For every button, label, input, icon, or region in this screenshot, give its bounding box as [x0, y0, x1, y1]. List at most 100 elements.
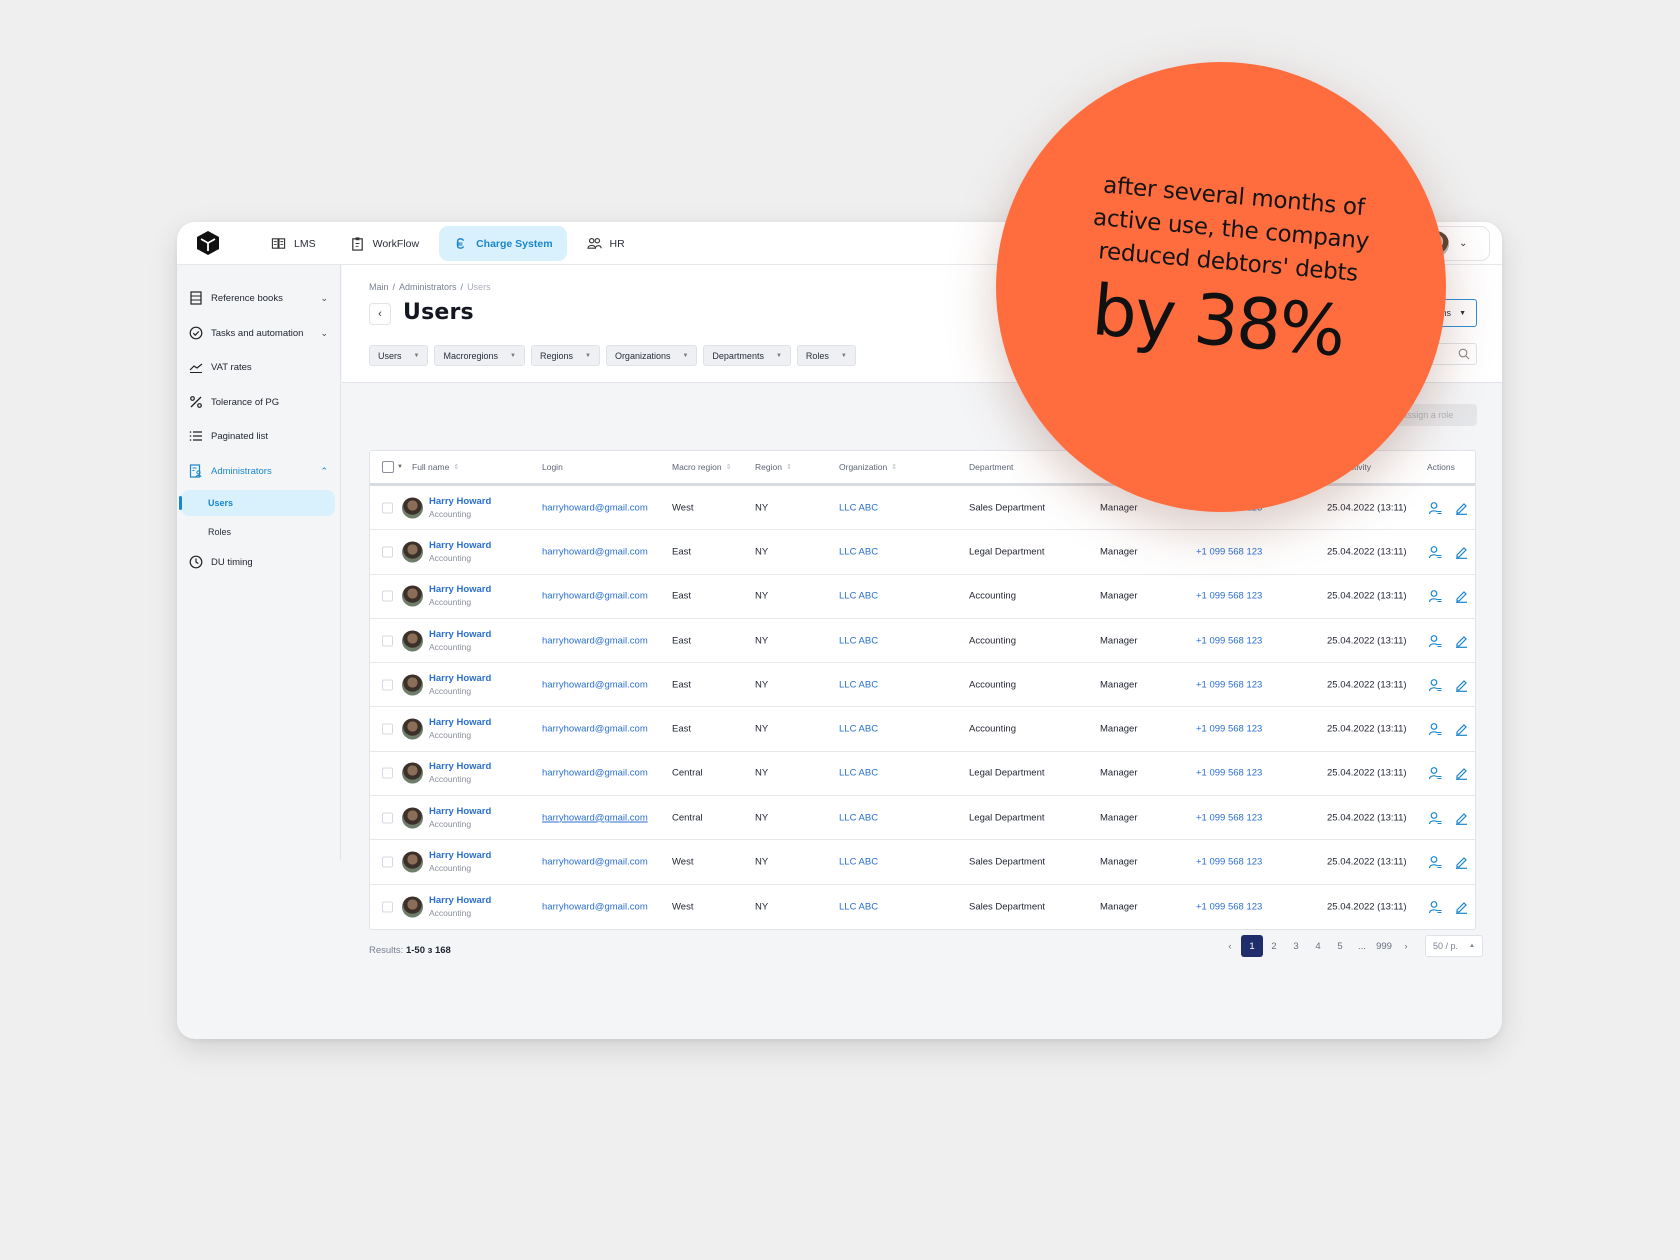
login-link[interactable]: harryhoward@gmail.com — [542, 901, 648, 912]
row-checkbox[interactable] — [382, 901, 393, 913]
sidebar-item-administrators[interactable]: Administrators ⌃ — [189, 458, 328, 484]
user-name-link[interactable]: Harry Howard — [429, 895, 491, 907]
row-checkbox[interactable] — [382, 723, 393, 735]
prev-page-button[interactable]: ‹ — [1219, 935, 1241, 957]
breadcrumb-item-main[interactable]: Main — [369, 282, 389, 292]
reassign-user-icon[interactable] — [1428, 545, 1442, 559]
page-button[interactable]: 4 — [1307, 935, 1329, 957]
organization-link[interactable]: LLC ABC — [839, 591, 878, 602]
row-checkbox[interactable] — [382, 635, 393, 647]
page-size-select[interactable]: 50 / p. ▲ — [1425, 935, 1483, 957]
filter-users[interactable]: Users ▼ — [369, 345, 429, 366]
filter-macroregions[interactable]: Macroregions ▼ — [434, 345, 525, 366]
user-name-link[interactable]: Harry Howard — [429, 629, 491, 641]
user-name-link[interactable]: Harry Howard — [429, 806, 491, 818]
column-header-full-name[interactable]: Full name ⇕ — [412, 462, 459, 472]
logo-cube-icon[interactable] — [195, 230, 221, 256]
row-checkbox[interactable] — [382, 812, 393, 824]
edit-pencil-icon[interactable] — [1454, 855, 1468, 869]
caret-down-icon[interactable]: ▼ — [397, 464, 403, 470]
sidebar-item-reference-books[interactable]: Reference books ⌄ — [189, 285, 328, 311]
nav-tab-hr[interactable]: HR — [573, 226, 639, 261]
login-link[interactable]: harryhoward@gmail.com — [542, 679, 648, 690]
select-all-checkbox[interactable] — [382, 461, 394, 473]
user-name-link[interactable]: Harry Howard — [429, 717, 491, 729]
reassign-user-icon[interactable] — [1428, 811, 1442, 825]
row-checkbox[interactable] — [382, 590, 393, 602]
edit-pencil-icon[interactable] — [1454, 501, 1468, 515]
organization-link[interactable]: LLC ABC — [839, 502, 878, 513]
column-header-organization[interactable]: Organization ⇕ — [839, 462, 897, 472]
login-link[interactable]: harryhoward@gmail.com — [542, 591, 648, 602]
user-name-link[interactable]: Harry Howard — [429, 584, 491, 596]
phone-link[interactable]: +1 099 568 123 — [1196, 591, 1262, 602]
phone-link[interactable]: +1 099 568 123 — [1196, 546, 1262, 557]
reassign-user-icon[interactable] — [1428, 855, 1442, 869]
phone-link[interactable]: +1 099 568 123 — [1196, 724, 1262, 735]
phone-link[interactable]: +1 099 568 123 — [1196, 635, 1262, 646]
edit-pencil-icon[interactable] — [1454, 722, 1468, 737]
reassign-user-icon[interactable] — [1428, 900, 1442, 914]
reassign-user-icon[interactable] — [1428, 634, 1442, 648]
login-link[interactable]: harryhoward@gmail.com — [542, 812, 648, 823]
page-button[interactable]: 999 — [1373, 935, 1395, 957]
nav-tab-lms[interactable]: LMS — [257, 226, 330, 261]
organization-link[interactable]: LLC ABC — [839, 635, 878, 646]
sidebar-item-vat-rates[interactable]: VAT rates — [189, 354, 328, 380]
edit-pencil-icon[interactable] — [1454, 766, 1468, 781]
phone-link[interactable]: +1 099 568 123 — [1196, 768, 1262, 779]
page-button[interactable]: 1 — [1241, 935, 1263, 957]
user-name-link[interactable]: Harry Howard — [429, 850, 491, 862]
row-checkbox[interactable] — [382, 767, 393, 779]
sidebar-subitem-users[interactable]: Users — [179, 490, 335, 516]
user-name-link[interactable]: Harry Howard — [429, 496, 491, 508]
reassign-user-icon[interactable] — [1428, 678, 1442, 692]
user-name-link[interactable]: Harry Howard — [429, 540, 491, 552]
phone-link[interactable]: +1 099 568 123 — [1196, 812, 1262, 823]
row-checkbox[interactable] — [382, 546, 393, 558]
organization-link[interactable]: LLC ABC — [839, 724, 878, 735]
filter-regions[interactable]: Regions ▼ — [530, 345, 600, 366]
login-link[interactable]: harryhoward@gmail.com — [542, 724, 648, 735]
organization-link[interactable]: LLC ABC — [839, 768, 878, 779]
filter-departments[interactable]: Departments ▼ — [703, 345, 791, 366]
organization-link[interactable]: LLC ABC — [839, 857, 878, 868]
sidebar-subitem-roles[interactable]: Roles — [181, 519, 335, 545]
organization-link[interactable]: LLC ABC — [839, 812, 878, 823]
page-button[interactable]: 2 — [1263, 935, 1285, 957]
page-button[interactable]: 3 — [1285, 935, 1307, 957]
sidebar-item-tasks-and-automation[interactable]: Tasks and automation ⌄ — [189, 320, 328, 346]
user-name-link[interactable]: Harry Howard — [429, 673, 491, 685]
login-link[interactable]: harryhoward@gmail.com — [542, 857, 648, 868]
edit-pencil-icon[interactable] — [1454, 634, 1468, 648]
reassign-user-icon[interactable] — [1428, 501, 1442, 515]
reassign-user-icon[interactable] — [1428, 589, 1442, 603]
phone-link[interactable]: +1 099 568 123 — [1196, 857, 1262, 868]
login-link[interactable]: harryhoward@gmail.com — [542, 502, 648, 513]
sidebar-item-paginated-list[interactable]: Paginated list — [189, 423, 328, 449]
phone-link[interactable]: +1 099 568 123 — [1196, 679, 1262, 690]
page-button[interactable]: 5 — [1329, 935, 1351, 957]
edit-pencil-icon[interactable] — [1454, 545, 1468, 559]
phone-link[interactable]: +1 099 568 123 — [1196, 901, 1262, 912]
edit-pencil-icon[interactable] — [1454, 678, 1468, 692]
breadcrumb-item-administrators[interactable]: Administrators — [399, 282, 457, 292]
login-link[interactable]: harryhoward@gmail.com — [542, 546, 648, 557]
row-checkbox[interactable] — [382, 856, 393, 868]
reassign-user-icon[interactable] — [1428, 766, 1442, 780]
filter-organizations[interactable]: Organizations ▼ — [605, 345, 698, 366]
organization-link[interactable]: LLC ABC — [839, 901, 878, 912]
reassign-user-icon[interactable] — [1428, 722, 1442, 736]
edit-pencil-icon[interactable] — [1454, 811, 1468, 825]
next-page-button[interactable]: › — [1395, 935, 1417, 957]
sidebar-item-tolerance-of-pg[interactable]: Tolerance of PG — [189, 389, 328, 415]
edit-pencil-icon[interactable] — [1454, 900, 1468, 914]
sidebar-item-du-timing[interactable]: DU timing — [189, 549, 328, 575]
user-name-link[interactable]: Harry Howard — [429, 761, 491, 773]
column-header-region[interactable]: Region ⇕ — [755, 462, 792, 472]
column-header-macro-region[interactable]: Macro region ⇕ — [672, 462, 731, 472]
nav-tab-charge-system[interactable]: Charge System — [439, 226, 567, 261]
row-checkbox[interactable] — [382, 679, 393, 691]
organization-link[interactable]: LLC ABC — [839, 546, 878, 557]
nav-tab-workflow[interactable]: WorkFlow — [336, 226, 433, 261]
